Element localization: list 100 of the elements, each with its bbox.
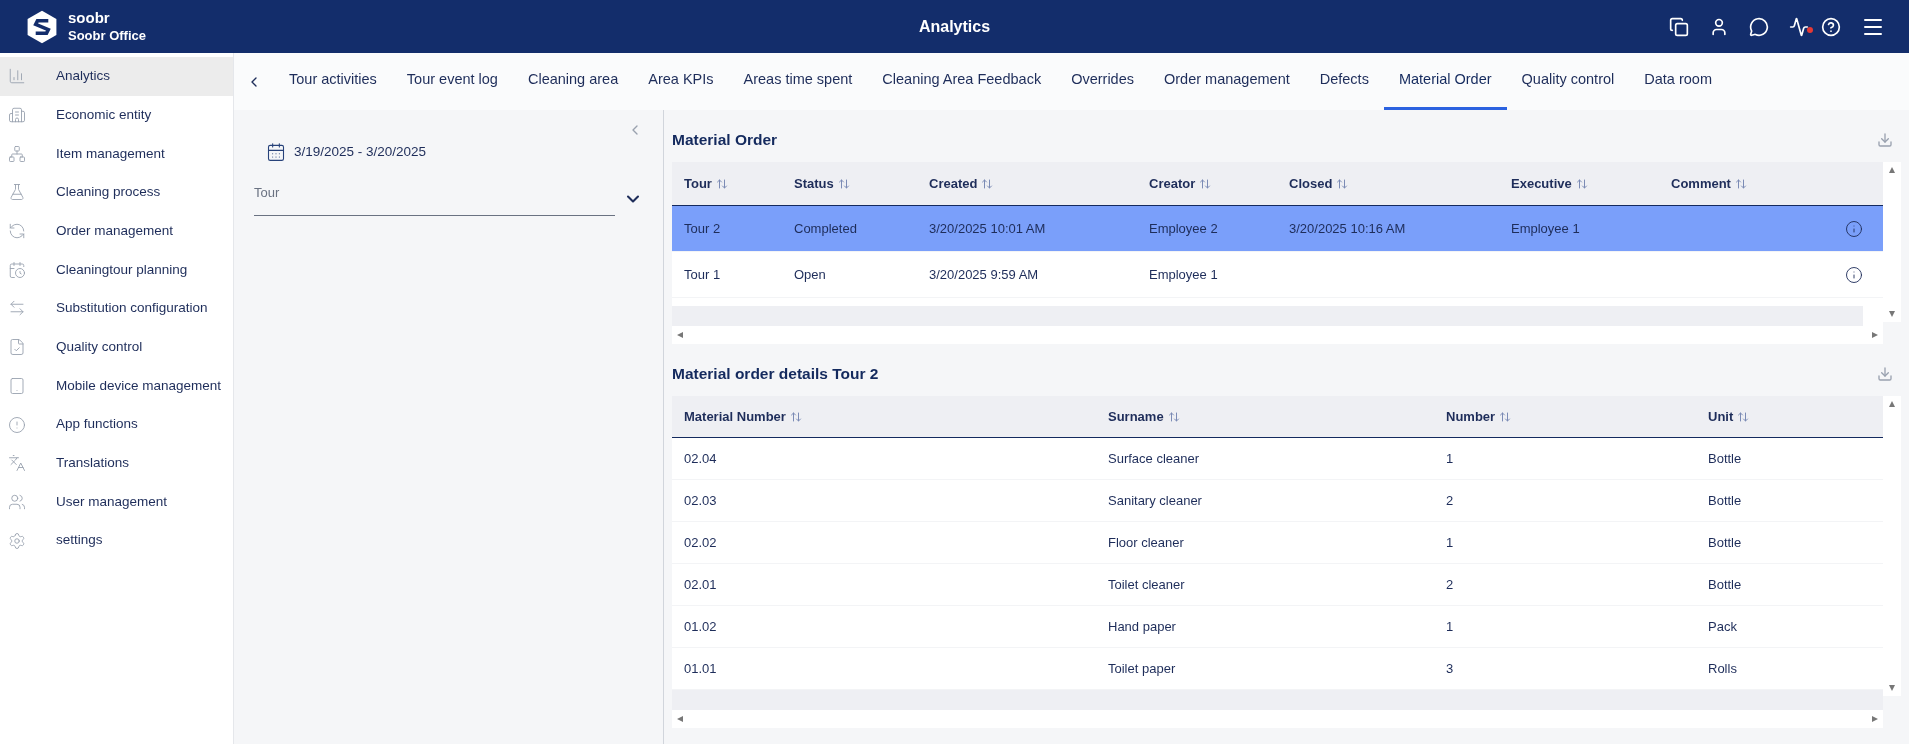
table-cell-text: 1: [1446, 449, 1455, 468]
copy-icon[interactable]: [1669, 16, 1689, 37]
section-title: Material Order: [672, 130, 778, 151]
flask-icon: [8, 183, 26, 202]
tab[interactable]: Overrides: [1056, 53, 1149, 110]
sidebar-item[interactable]: Cleaningtour planning: [0, 250, 233, 290]
swap-icon: [8, 299, 26, 318]
scroll-arrow-icon[interactable]: [1888, 310, 1896, 318]
sort-icon[interactable]: [1737, 410, 1750, 423]
sidebar-item[interactable]: Translations: [0, 443, 233, 483]
column-header[interactable]: Material Number: [684, 406, 1108, 427]
sort-icon[interactable]: [789, 410, 802, 423]
sidebar-item[interactable]: Order management: [0, 211, 233, 251]
scroll-arrow-icon[interactable]: [1871, 331, 1879, 339]
scroll-arrow-icon[interactable]: [676, 331, 684, 339]
bar-chart-icon: [8, 67, 26, 86]
translate-icon: [8, 454, 26, 473]
scroll-arrow-icon[interactable]: [676, 715, 684, 723]
sort-icon[interactable]: [1575, 177, 1588, 190]
sidebar-item[interactable]: settings: [0, 521, 233, 560]
column-header[interactable]: Comment: [1671, 173, 1811, 194]
help-icon[interactable]: [1821, 16, 1841, 37]
tab[interactable]: Defects: [1304, 53, 1384, 110]
table-cell-text: 3/20/2025 9:59 AM: [929, 265, 1040, 284]
sidebar-item[interactable]: Mobile device management: [0, 366, 233, 406]
table-cell-text: Open: [794, 265, 827, 284]
chat-icon[interactable]: [1749, 16, 1769, 37]
sidebar-item[interactable]: App functions: [0, 405, 233, 444]
tour-select[interactable]: Tour: [254, 182, 615, 217]
sort-icon[interactable]: [715, 177, 728, 190]
table-cell-text: Bottle: [1708, 533, 1743, 552]
column-header[interactable]: Tour: [684, 173, 794, 194]
column-header[interactable]: Executive: [1511, 173, 1671, 194]
column-header[interactable]: Unit: [1708, 406, 1871, 427]
sidebar-item[interactable]: Item management: [0, 134, 233, 174]
users-icon: [8, 492, 26, 511]
table-cell-text: Hand paper: [1108, 617, 1177, 636]
tab[interactable]: Cleaning area: [512, 53, 634, 110]
scroll-arrow-icon[interactable]: [1888, 684, 1896, 692]
column-header[interactable]: Surname: [1108, 406, 1446, 427]
info-icon[interactable]: [1845, 219, 1863, 238]
sort-icon[interactable]: [1199, 177, 1212, 190]
tab[interactable]: Cleaning Area Feedback: [867, 53, 1057, 110]
scroll-arrow-icon[interactable]: [1888, 166, 1896, 174]
tab[interactable]: Data room: [1629, 53, 1727, 110]
table-cell-text: 01.02: [684, 617, 718, 636]
table-cell-text: Employee 2: [1149, 219, 1219, 238]
table-cell-text: Bottle: [1708, 575, 1743, 594]
table-cell-text: Floor cleaner: [1108, 533, 1185, 552]
sort-icon[interactable]: [1499, 410, 1512, 423]
column-header[interactable]: Creator: [1149, 173, 1289, 194]
tab[interactable]: Material Order: [1383, 53, 1507, 110]
table-cell-text: Employee 1: [1511, 219, 1581, 238]
table-cell-text: 02.02: [684, 533, 718, 552]
sidebar-item[interactable]: Economic entity: [0, 95, 233, 135]
column-header[interactable]: Number: [1446, 406, 1708, 427]
download-icon[interactable]: [1877, 366, 1893, 382]
table-cell-text: 3/20/2025 10:01 AM: [929, 219, 1047, 238]
tablet-icon: [8, 376, 26, 395]
date-range-picker[interactable]: 3/19/2025 - 3/20/2025: [266, 142, 643, 163]
table-cell-text: Bottle: [1708, 491, 1743, 510]
column-header[interactable]: Closed: [1289, 173, 1511, 194]
hierarchy-icon: [8, 144, 26, 163]
table-cell-text: 1: [1446, 533, 1455, 552]
cycle-icon: [8, 222, 26, 241]
sidebar-item[interactable]: Analytics: [0, 57, 233, 96]
table-cell-text: Tour 1: [684, 265, 722, 284]
tab[interactable]: Tour activities: [274, 53, 392, 110]
tab[interactable]: Areas time spent: [728, 53, 868, 110]
scroll-arrow-icon[interactable]: [1871, 715, 1879, 723]
tab[interactable]: Quality control: [1506, 53, 1630, 110]
sort-icon[interactable]: [1734, 177, 1747, 190]
calendar-icon: [8, 260, 26, 279]
table-cell-text: 3/20/2025 10:16 AM: [1289, 219, 1407, 238]
table-row[interactable]: Tour 2 Completed 3/20/2025 10:01 AM Employee 2 3/20/2025 10:16 AM Employee 1: [672, 206, 1883, 252]
sidebar-item[interactable]: Substitution configuration: [0, 289, 233, 328]
scroll-arrow-icon[interactable]: [1888, 400, 1896, 408]
column-header[interactable]: Created: [929, 173, 1149, 194]
table-cell-text: 02.03: [684, 491, 718, 510]
sidebar-item[interactable]: User management: [0, 482, 233, 522]
table-cell-text: Toilet paper: [1108, 659, 1177, 678]
download-icon[interactable]: [1877, 132, 1893, 148]
table-cell-text: Toilet cleaner: [1108, 575, 1186, 594]
sort-icon[interactable]: [837, 177, 850, 190]
tab[interactable]: Tour event log: [391, 53, 513, 110]
sidebar-item[interactable]: Cleaning process: [0, 173, 233, 212]
activity-icon[interactable]: [1789, 16, 1813, 37]
table-cell-text: Sanitary cleaner: [1108, 491, 1203, 510]
settings-icon: [8, 531, 26, 550]
tab[interactable]: Area KPIs: [633, 53, 729, 110]
sort-icon[interactable]: [981, 177, 994, 190]
info-icon[interactable]: [1845, 265, 1863, 284]
sort-icon[interactable]: [1336, 177, 1349, 190]
table-cell-text: 3: [1446, 659, 1455, 678]
sidebar-item[interactable]: Quality control: [0, 327, 233, 367]
sort-icon[interactable]: [1167, 410, 1180, 423]
column-header[interactable]: Status: [794, 173, 929, 194]
table-cell-text: Employee 1: [1149, 265, 1219, 284]
tab[interactable]: Order management: [1149, 53, 1305, 110]
user-icon[interactable]: [1709, 16, 1729, 37]
